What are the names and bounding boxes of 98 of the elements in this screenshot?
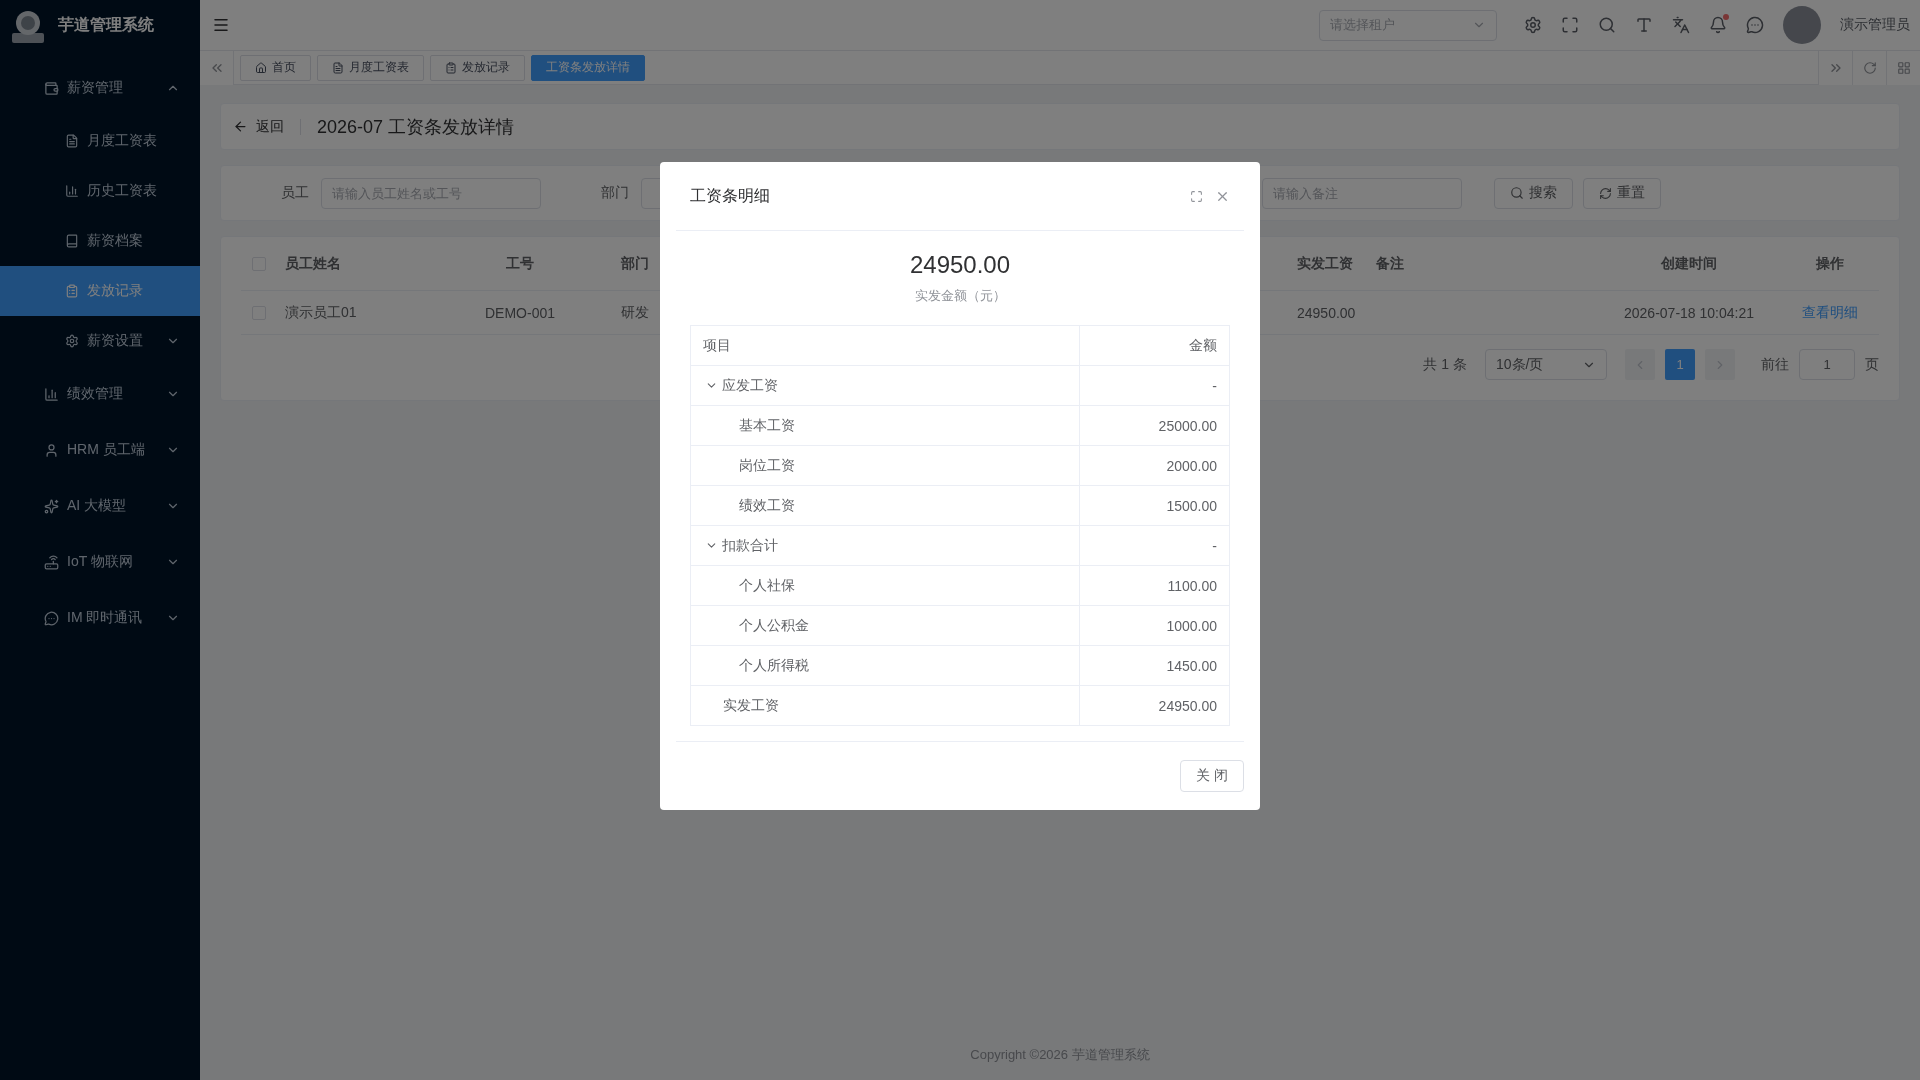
- tab[interactable]: 工资条发放详情: [531, 54, 645, 81]
- bar-chart-icon: [44, 386, 59, 402]
- search-button[interactable]: 搜索: [1494, 177, 1573, 209]
- page-title: 2026-07 工资条发放详情: [317, 115, 515, 139]
- submenu-item[interactable]: 历史工资表: [0, 166, 200, 216]
- document-icon: [65, 134, 79, 148]
- submenu-item[interactable]: 月度工资表: [0, 116, 200, 166]
- submenu-item[interactable]: 发放记录: [0, 266, 200, 316]
- chat-icon: [44, 610, 59, 626]
- refresh-button[interactable]: [1852, 50, 1886, 85]
- menu-item[interactable]: 薪资管理: [0, 60, 200, 116]
- chat-icon[interactable]: [1746, 16, 1764, 34]
- table-cell: 24950.00: [1079, 686, 1229, 725]
- font-size-icon[interactable]: [1635, 16, 1653, 34]
- column-header: 工号: [505, 254, 535, 273]
- total-count: 共 1 条: [1423, 355, 1467, 374]
- menu-item[interactable]: IoT 物联网: [0, 534, 200, 590]
- avatar[interactable]: [1783, 6, 1821, 44]
- home-icon: [255, 61, 267, 74]
- table-cell: 2000.00: [1079, 446, 1229, 485]
- table-cell-text: 岗位工资: [738, 455, 796, 475]
- table-cell: 1450.00: [1079, 646, 1229, 685]
- column-header: 员工姓名: [284, 254, 342, 273]
- view-details-link[interactable]: 查看明细: [1802, 303, 1858, 322]
- tab[interactable]: 发放记录: [430, 54, 525, 81]
- menu-icon[interactable]: [212, 16, 230, 34]
- table-cell: 扣款合计: [691, 526, 1079, 565]
- user-name[interactable]: 演示管理员: [1840, 16, 1910, 34]
- app-title: 芋道管理系统: [58, 14, 154, 35]
- amount-label: 实发金额（元）: [913, 287, 1007, 305]
- grid-icon: [1896, 60, 1911, 75]
- translate-icon[interactable]: [1672, 16, 1690, 34]
- submenu-item[interactable]: 薪资设置: [0, 316, 200, 366]
- refresh-icon: [1599, 186, 1612, 200]
- table-cell: 1100.00: [1079, 566, 1229, 605]
- table-cell-text: 绩效工资: [738, 495, 796, 515]
- table-cell: 25000.00: [1079, 406, 1229, 445]
- page-size-select[interactable]: 10条/页: [1485, 349, 1607, 380]
- table-cell-text: 2026-07-18 10:04:21: [1623, 304, 1755, 321]
- column-header: 金额: [1079, 326, 1229, 365]
- field-label: 员工: [280, 184, 310, 202]
- table-cell-text: 演示员工01: [284, 303, 358, 322]
- scroll-right-button[interactable]: [1818, 50, 1852, 85]
- field-label: 部门: [600, 184, 630, 202]
- table-cell-text: 24950.00: [1296, 304, 1357, 321]
- router-icon: [44, 554, 59, 570]
- tab[interactable]: 月度工资表: [317, 54, 424, 81]
- page-button[interactable]: 1: [1665, 349, 1695, 380]
- document-icon: [332, 61, 344, 74]
- column-header: 备注: [1375, 254, 1405, 273]
- search-icon: [1510, 186, 1524, 200]
- submenu-item[interactable]: 薪资档案: [0, 216, 200, 266]
- notification-icon[interactable]: [1709, 16, 1727, 34]
- table-cell-text: 基本工资: [738, 415, 796, 435]
- book-icon: [65, 234, 79, 248]
- table-cell-text: 实发工资: [722, 695, 780, 715]
- list-icon: [65, 284, 79, 298]
- column-header: 操作: [1815, 254, 1845, 273]
- settings-icon[interactable]: [1524, 16, 1542, 34]
- wallet-icon: [44, 80, 59, 96]
- menu-item[interactable]: 绩效管理: [0, 366, 200, 422]
- dialog-title: 工资条明细: [690, 185, 771, 206]
- grid-menu-button[interactable]: [1886, 50, 1920, 85]
- list-icon: [445, 61, 457, 74]
- back-link[interactable]: 返回: [233, 118, 301, 135]
- column-header: 项目: [702, 335, 732, 355]
- close-button[interactable]: 关 闭: [1180, 760, 1244, 792]
- table-cell-text: 个人所得税: [738, 655, 810, 675]
- column-header: 部门: [620, 254, 650, 273]
- table-cell-text: 研发: [620, 303, 650, 322]
- fullscreen-icon[interactable]: [1561, 16, 1579, 34]
- table-cell-text: 个人公积金: [738, 615, 810, 635]
- table-cell-text: 个人社保: [738, 575, 796, 595]
- user-icon: [44, 442, 59, 458]
- menu-item[interactable]: IM 即时通讯: [0, 590, 200, 646]
- table-cell: -: [1079, 526, 1229, 565]
- gear-icon: [65, 334, 79, 348]
- sparkle-icon: [44, 498, 59, 514]
- search-icon[interactable]: [1598, 16, 1616, 34]
- scroll-left-button[interactable]: [200, 50, 234, 85]
- page-jump-field[interactable]: 1: [1799, 349, 1855, 380]
- page-suffix: 页: [1865, 355, 1879, 374]
- table-cell: 应发工资: [691, 366, 1079, 405]
- refresh-icon: [1862, 60, 1877, 75]
- menu-item[interactable]: AI 大模型: [0, 478, 200, 534]
- column-header: 实发工资: [1296, 254, 1354, 273]
- table-cell: -: [1079, 366, 1229, 405]
- column-header: 创建时间: [1660, 254, 1718, 273]
- table-cell: 1000.00: [1079, 606, 1229, 645]
- jump-label: 前往: [1761, 355, 1789, 374]
- tab[interactable]: 首页: [240, 54, 311, 81]
- table-cell: 1500.00: [1079, 486, 1229, 525]
- menu-item[interactable]: HRM 员工端: [0, 422, 200, 478]
- table-cell-text: DEMO-001: [484, 304, 556, 321]
- bar-chart-icon: [65, 184, 79, 198]
- net-amount: 24950.00: [908, 251, 1012, 279]
- reset-button[interactable]: 重置: [1583, 177, 1661, 209]
- fullscreen-icon[interactable]: [1190, 189, 1203, 203]
